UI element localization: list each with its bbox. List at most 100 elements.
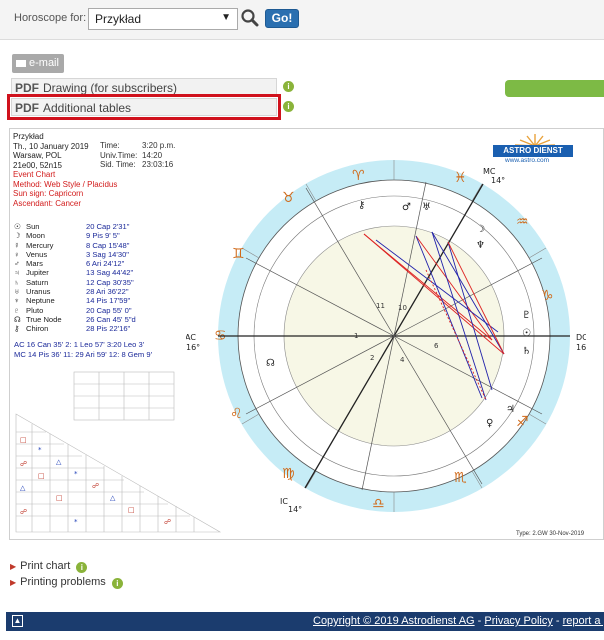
venus-icon: ♀ bbox=[486, 418, 493, 429]
print-chart-link[interactable]: ▶ Print chart i bbox=[10, 560, 88, 573]
search-icon[interactable] bbox=[240, 8, 260, 28]
pdf-tag: PDF bbox=[15, 101, 39, 115]
saturn-icon: ♄ bbox=[14, 277, 20, 287]
planet-row: ♅ Uranus 28 Ari 36'22" bbox=[14, 287, 166, 296]
chart-sunsign-line: Sun sign: Capricorn bbox=[13, 189, 84, 198]
planet-name: Sun bbox=[26, 222, 40, 231]
pdf-drawing-link[interactable]: PDF Drawing (for subscribers) bbox=[11, 78, 277, 96]
go-button[interactable]: Go! bbox=[265, 9, 299, 28]
green-action-bar[interactable] bbox=[505, 80, 604, 97]
printing-problems-label: Printing problems bbox=[20, 576, 106, 588]
svg-text:6: 6 bbox=[434, 342, 439, 350]
mercury-icon: ☿ bbox=[14, 240, 20, 250]
sid-time-value: 23:03:16 bbox=[142, 160, 174, 169]
planet-name: Jupiter bbox=[26, 268, 49, 278]
chart-type-line: Event Chart bbox=[13, 170, 56, 179]
ic-degree: 14° bbox=[288, 505, 302, 514]
planet-row: ♄ Saturn 12 Cap 30'35" bbox=[14, 278, 166, 287]
planet-position: 26 Can 45' 5"d bbox=[86, 314, 136, 324]
mars-icon: ♂ bbox=[14, 259, 20, 269]
report-problem-link[interactable]: report a pr bbox=[563, 615, 604, 627]
planet-row: ⚷ Chiron 28 Pis 22'16" bbox=[14, 324, 166, 333]
planet-position: 13 Sag 44'42" bbox=[86, 268, 134, 278]
printing-problems-link[interactable]: ▶ Printing problems i bbox=[10, 576, 123, 589]
planet-name: Pluto bbox=[26, 305, 44, 315]
info-icon[interactable]: i bbox=[76, 562, 88, 573]
planet-name: Mars bbox=[26, 259, 43, 269]
mars-icon: ♂ bbox=[402, 202, 411, 213]
print-chart-label: Print chart bbox=[20, 560, 71, 572]
pdf-drawing-label: Drawing (for subscribers) bbox=[43, 81, 178, 95]
planet-row: ♃ Jupiter 13 Sag 44'42" bbox=[14, 268, 166, 277]
dc-label: DC bbox=[576, 333, 586, 342]
pdf-additional-tables-label: Additional tables bbox=[43, 101, 132, 115]
chiron-icon: ⚷ bbox=[14, 324, 20, 334]
sid-time-label: Sid. Time: bbox=[100, 160, 136, 169]
planet-position: 20 Cap 2'31" bbox=[86, 222, 130, 231]
planet-name: Neptune bbox=[26, 296, 55, 306]
email-label: e-mail bbox=[29, 57, 59, 69]
aries-icon: ♈ bbox=[352, 168, 365, 184]
pdf-additional-tables-link[interactable]: PDF Additional tables bbox=[7, 94, 281, 120]
aquarius-icon: ♒ bbox=[516, 214, 529, 230]
svg-text:*: * bbox=[38, 446, 42, 454]
planet-row: ☽ Moon 9 Pis 9' 5" bbox=[14, 231, 166, 240]
virgo-icon: ♍ bbox=[282, 466, 295, 482]
copyright-link[interactable]: Copyright © 2019 Astrodienst AG bbox=[313, 615, 475, 627]
svg-text:☍: ☍ bbox=[92, 482, 99, 490]
pluto-icon: ♇ bbox=[14, 305, 20, 315]
info-icon[interactable]: i bbox=[111, 578, 123, 589]
horoscope-select-value: Przykład bbox=[95, 12, 142, 26]
privacy-policy-link[interactable]: Privacy Policy bbox=[484, 615, 552, 627]
planet-name: Moon bbox=[26, 231, 45, 241]
planet-row: ☉ Sun 20 Cap 2'31" bbox=[14, 222, 166, 231]
planet-name: Uranus bbox=[26, 287, 51, 297]
planet-row: ☊ True Node 26 Can 45' 5"d bbox=[14, 315, 166, 324]
neptune-icon: ♆ bbox=[476, 240, 485, 251]
horoscope-select[interactable]: Przykład ▼ bbox=[88, 8, 238, 30]
planet-row: ♀ Venus 3 Sag 14'30" bbox=[14, 250, 166, 259]
sagittarius-icon: ♐ bbox=[516, 414, 529, 430]
planet-position: 12 Cap 30'35" bbox=[86, 277, 134, 287]
planet-name: Chiron bbox=[26, 324, 49, 334]
uranus-icon: ♅ bbox=[422, 202, 431, 213]
libra-icon: ♎ bbox=[372, 496, 385, 512]
planet-position: 14 Pis 17'59" bbox=[86, 296, 131, 306]
info-icon[interactable]: i bbox=[283, 101, 294, 112]
planet-name: Venus bbox=[26, 249, 48, 259]
astrodienst-logo[interactable]: ASTRO DIENST www.astro.com bbox=[493, 133, 577, 164]
chevron-down-icon: ▼ bbox=[221, 12, 231, 23]
mc-label: MC bbox=[483, 167, 496, 176]
mc-degree: 14° bbox=[491, 176, 505, 185]
jupiter-icon: ♃ bbox=[506, 404, 515, 415]
ac-degree: 16° bbox=[186, 343, 200, 352]
pdf-tag: PDF bbox=[15, 81, 39, 95]
univ-time-value: 14:20 bbox=[142, 150, 163, 160]
scorpio-icon: ♏ bbox=[454, 470, 467, 486]
pluto-icon: ♇ bbox=[522, 310, 531, 321]
svg-text:☍: ☍ bbox=[164, 518, 171, 526]
footer-links: Copyright © 2019 Astrodienst AG - Privac… bbox=[313, 615, 604, 627]
page-footer: ▲ Copyright © 2019 Astrodienst AG - Priv… bbox=[6, 612, 604, 631]
venus-icon: ♀ bbox=[14, 249, 20, 259]
planet-row: ☿ Mercury 8 Cap 15'48" bbox=[14, 241, 166, 250]
saturn-icon: ♄ bbox=[522, 346, 531, 357]
svg-text:☍: ☍ bbox=[20, 508, 27, 516]
scroll-up-icon[interactable]: ▲ bbox=[12, 615, 23, 627]
svg-text:□: □ bbox=[128, 506, 135, 514]
email-button[interactable]: e-mail bbox=[12, 54, 64, 73]
univ-time-label: Univ.Time: bbox=[100, 150, 138, 160]
chart-type-footer: Type: 2.GW 30-Nov-2019 bbox=[516, 531, 585, 537]
time-labels: Time: Univ.Time: Sid. Time: bbox=[100, 141, 137, 170]
info-icon[interactable]: i bbox=[283, 81, 294, 92]
gemini-icon: ♊ bbox=[232, 246, 245, 262]
node-icon: ☊ bbox=[14, 314, 21, 324]
planet-name: Mercury bbox=[26, 240, 54, 250]
svg-text:□: □ bbox=[38, 472, 45, 480]
planet-name: Saturn bbox=[26, 277, 49, 287]
time-value: 3:20 p.m. bbox=[142, 141, 176, 150]
svg-text:*: * bbox=[74, 518, 78, 526]
dc-degree: 16° bbox=[576, 343, 586, 352]
sun-icon: ☉ bbox=[522, 328, 531, 339]
svg-text:△: △ bbox=[110, 494, 116, 502]
